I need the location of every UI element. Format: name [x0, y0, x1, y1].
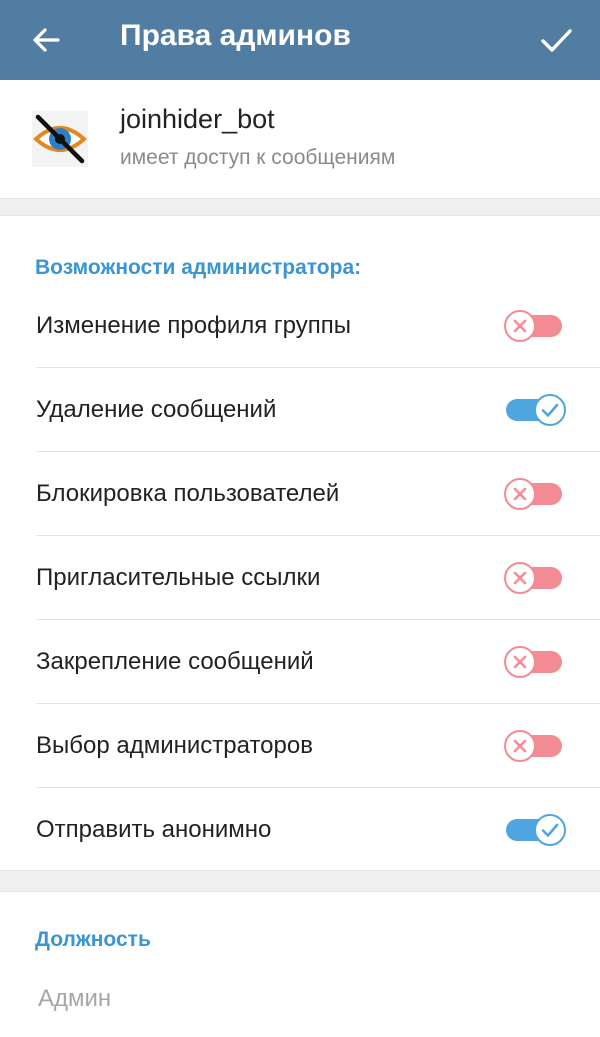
toggle-check-icon: [534, 394, 566, 426]
permission-label: Закрепление сообщений: [36, 648, 314, 675]
rank-input[interactable]: Админ: [38, 985, 111, 1013]
checkmark-icon: [541, 29, 572, 52]
back-arrow-icon: [33, 28, 60, 52]
toggle-cross-icon: [504, 730, 536, 762]
permission-toggle[interactable]: [504, 730, 562, 762]
save-button[interactable]: [530, 14, 582, 66]
permission-toggle[interactable]: [504, 646, 562, 678]
permission-toggle[interactable]: [504, 562, 562, 594]
permissions-section-title: Возможности администратора:: [35, 256, 362, 279]
permissions-section: Возможности администратора: Изменение пр…: [0, 216, 600, 870]
section-divider: [0, 870, 600, 892]
avatar[interactable]: [32, 111, 88, 167]
toggle-cross-icon: [504, 646, 536, 678]
toggle-cross-icon: [504, 478, 536, 510]
permission-label: Блокировка пользователей: [36, 480, 340, 507]
permission-row[interactable]: Отправить анонимно: [0, 788, 600, 872]
page-title: Права админов: [120, 19, 351, 52]
permission-toggle[interactable]: [504, 310, 562, 342]
bot-info-card: joinhider_bot имеет доступ к сообщениям: [0, 80, 600, 198]
app-bar: Права админов: [0, 0, 600, 80]
bot-name: joinhider_bot: [120, 104, 275, 134]
back-button[interactable]: [22, 16, 70, 64]
permission-row[interactable]: Блокировка пользователей: [0, 452, 600, 536]
rank-section-title: Должность: [35, 928, 151, 951]
permission-label: Пригласительные ссылки: [36, 564, 321, 591]
permission-toggle[interactable]: [506, 814, 566, 846]
permission-row[interactable]: Пригласительные ссылки: [0, 536, 600, 620]
toggle-cross-icon: [504, 310, 536, 342]
toggle-cross-icon: [504, 562, 536, 594]
permission-label: Изменение профиля группы: [36, 312, 351, 339]
permission-row[interactable]: Выбор администраторов: [0, 704, 600, 788]
permission-row[interactable]: Изменение профиля группы: [0, 284, 600, 368]
crossed-eye-icon: [33, 114, 87, 164]
permission-toggle[interactable]: [506, 394, 566, 426]
permission-toggle[interactable]: [504, 478, 562, 510]
permission-label: Выбор администраторов: [36, 732, 313, 759]
permission-row[interactable]: Удаление сообщений: [0, 368, 600, 452]
permission-row[interactable]: Закрепление сообщений: [0, 620, 600, 704]
permission-label: Удаление сообщений: [36, 396, 277, 423]
bot-status: имеет доступ к сообщениям: [120, 146, 396, 169]
permission-label: Отправить анонимно: [36, 816, 272, 843]
section-divider: [0, 198, 600, 216]
rank-section: Должность: [0, 892, 600, 1037]
toggle-check-icon: [534, 814, 566, 846]
